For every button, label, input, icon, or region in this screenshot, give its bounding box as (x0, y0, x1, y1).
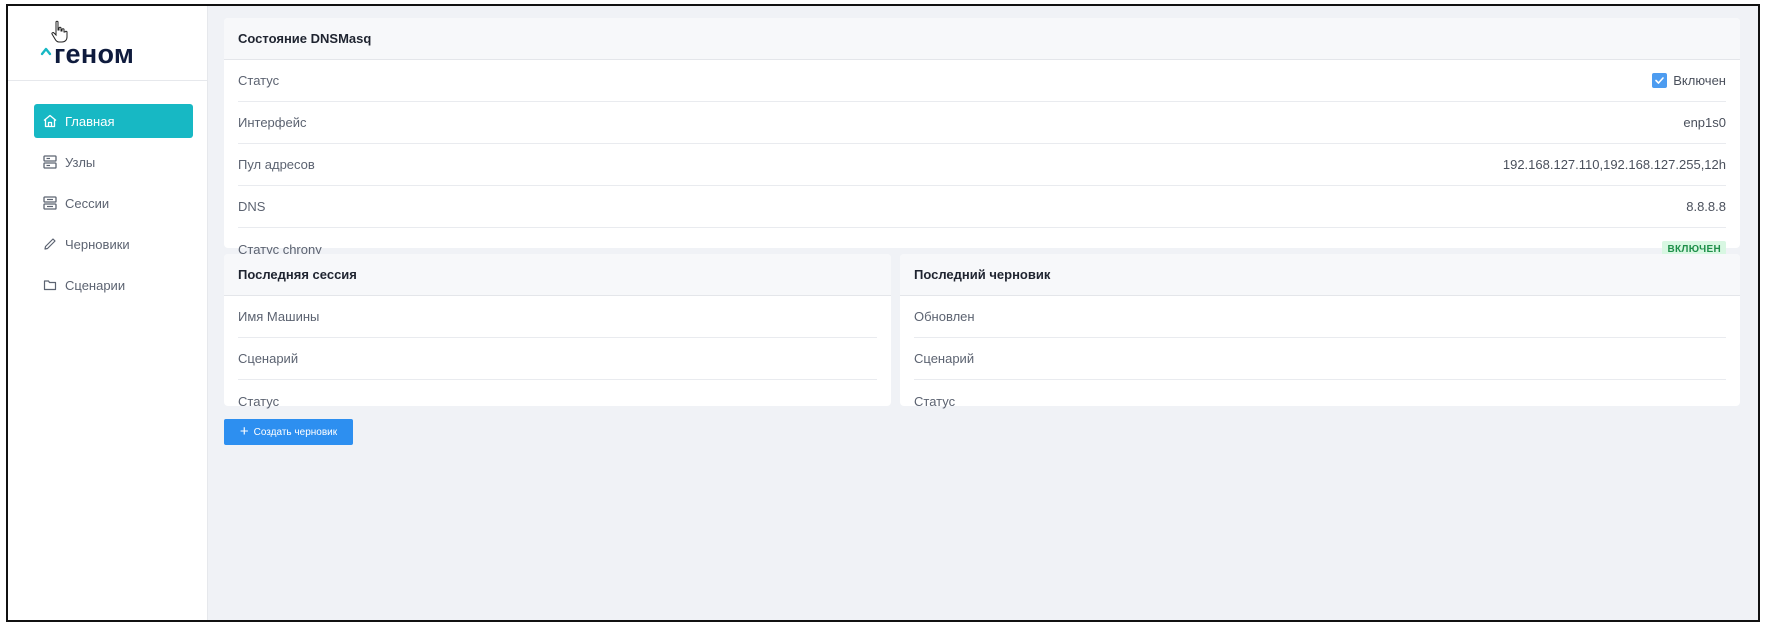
plus-icon: + (239, 423, 249, 440)
card-title: Состояние DNSMasq (224, 18, 1740, 60)
create-draft-button[interactable]: + Создать черновик (224, 419, 353, 445)
row-label: Интерфейс (238, 115, 307, 130)
home-icon (42, 113, 58, 129)
row-label: Имя Машины (238, 309, 320, 324)
row-label: DNS (238, 199, 266, 214)
info-row: Статус (914, 380, 1726, 422)
logo-text: геном (54, 39, 135, 69)
sidebar: геном Главная Узлы Сессии Черновики Сцен… (8, 6, 208, 620)
row-label: Обновлен (914, 309, 975, 324)
sidebar-item-nodes[interactable]: Узлы (34, 145, 193, 179)
card-title: Последний черновик (900, 254, 1740, 296)
info-row: Сценарий (914, 338, 1726, 380)
info-row: Статус Включен (238, 60, 1726, 102)
app-window: геном Главная Узлы Сессии Черновики Сцен… (6, 4, 1760, 622)
address-pool-value: 192.168.127.110,192.168.127.255,12h (1502, 157, 1726, 172)
folder-icon (42, 277, 58, 293)
sidebar-item-label: Главная (65, 113, 115, 129)
hand-cursor-icon (50, 20, 68, 44)
create-draft-label: Создать черновик (253, 426, 338, 438)
card-title: Последняя сессия (224, 254, 891, 296)
last-draft-card: Последний черновик Обновлен Сценарий Ста… (900, 254, 1740, 409)
checkbox-checked-icon[interactable] (1652, 73, 1668, 88)
server-icon (42, 154, 58, 170)
info-row: Статус (238, 380, 877, 422)
sidebar-item-sessions[interactable]: Сессии (34, 186, 193, 220)
sidebar-item-drafts[interactable]: Черновики (34, 227, 193, 261)
interface-value: enp1s0 (1683, 115, 1726, 130)
info-row: DNS 8.8.8.8 (238, 186, 1726, 228)
sidebar-nav: Главная Узлы Сессии Черновики Сценарии (34, 104, 193, 309)
sidebar-item-scenarios[interactable]: Сценарии (34, 268, 193, 302)
dns-value: 8.8.8.8 (1686, 199, 1726, 214)
sidebar-item-label: Черновики (65, 236, 130, 252)
info-row: Сценарий (238, 338, 877, 380)
row-label: Статус (914, 393, 956, 409)
sidebar-item-label: Узлы (65, 154, 96, 170)
row-label: Сценарий (914, 351, 975, 366)
sidebar-item-label: Сценарии (65, 277, 126, 293)
pencil-icon (42, 236, 58, 252)
dnsmasq-card: Состояние DNSMasq Статус Включен Интерфе… (224, 18, 1740, 258)
info-row: Обновлен (914, 296, 1726, 338)
sidebar-item-home[interactable]: Главная (34, 104, 193, 138)
info-row: Пул адресов 192.168.127.110,192.168.127.… (238, 144, 1726, 186)
info-row: Интерфейс enp1s0 (238, 102, 1726, 144)
sidebar-item-label: Сессии (65, 195, 110, 211)
row-label: Статус (238, 393, 280, 409)
row-label: Пул адресов (238, 157, 315, 172)
row-label: Статус (238, 73, 280, 88)
status-checkbox[interactable]: Включен (1652, 73, 1726, 88)
sidebar-divider (8, 80, 207, 81)
status-value: Включен (1673, 73, 1726, 88)
last-session-card: Последняя сессия Имя Машины Сценарий Ста… (224, 254, 891, 409)
server-stack-icon (42, 195, 58, 211)
main-content: Состояние DNSMasq Статус Включен Интерфе… (208, 6, 1758, 620)
row-label: Сценарий (238, 351, 299, 366)
info-row: Имя Машины (238, 296, 877, 338)
